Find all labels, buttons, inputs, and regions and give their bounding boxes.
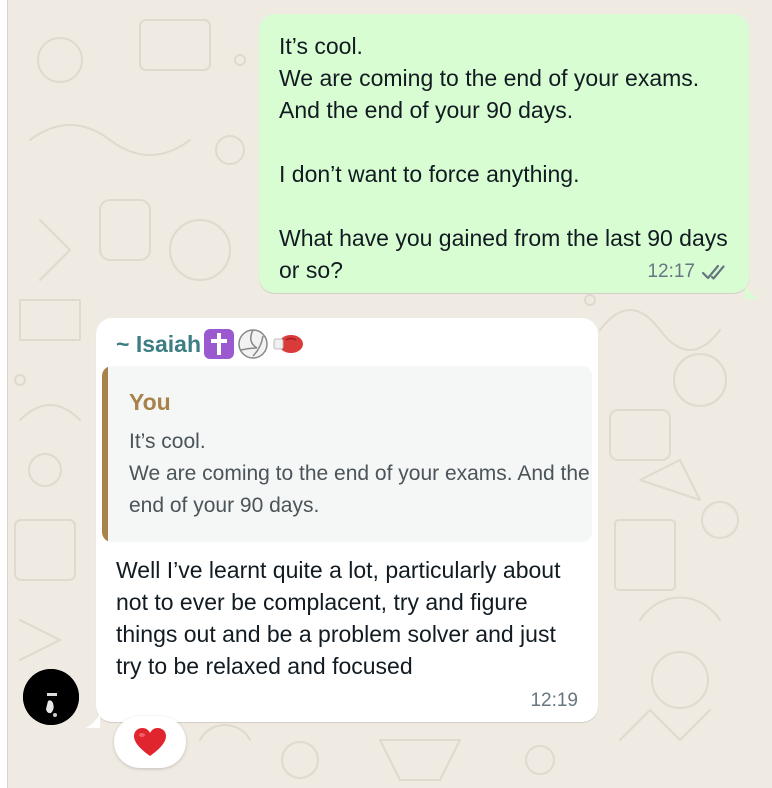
message-time: 12:17 bbox=[647, 261, 695, 282]
double-check-icon bbox=[701, 264, 725, 280]
message-time: 12:19 bbox=[530, 690, 578, 711]
message-reaction[interactable] bbox=[114, 716, 186, 768]
red-heart-emoji bbox=[134, 728, 166, 756]
boxing-glove-emoji bbox=[271, 328, 305, 360]
sender-name-text: ~ Isaiah bbox=[116, 330, 202, 357]
quoted-author: You bbox=[129, 389, 171, 415]
latin-cross-emoji bbox=[203, 328, 235, 360]
sender-name[interactable]: ~ Isaiah bbox=[116, 328, 305, 360]
outgoing-message[interactable]: It’s cool. We are coming to the end of y… bbox=[259, 14, 759, 299]
incoming-message[interactable]: ~ Isaiah You It’s cool. We are coming to… bbox=[86, 318, 598, 728]
bubble-tail bbox=[745, 285, 759, 299]
window-edge bbox=[0, 0, 8, 788]
message-meta: 12:19 bbox=[530, 690, 578, 712]
quoted-text: It’s cool. We are coming to the end of y… bbox=[129, 430, 590, 517]
quoted-message[interactable]: You It’s cool. We are coming to the end … bbox=[102, 366, 592, 542]
message-text: Well I’ve learnt quite a lot, particular… bbox=[116, 557, 561, 679]
quote-accent-bar bbox=[102, 366, 108, 542]
bubble-tail bbox=[86, 714, 100, 728]
message-meta: 12:17 bbox=[647, 261, 729, 283]
volleyball-emoji bbox=[237, 328, 269, 360]
message-text: It’s cool. We are coming to the end of y… bbox=[279, 33, 728, 283]
avatar[interactable] bbox=[23, 669, 79, 725]
